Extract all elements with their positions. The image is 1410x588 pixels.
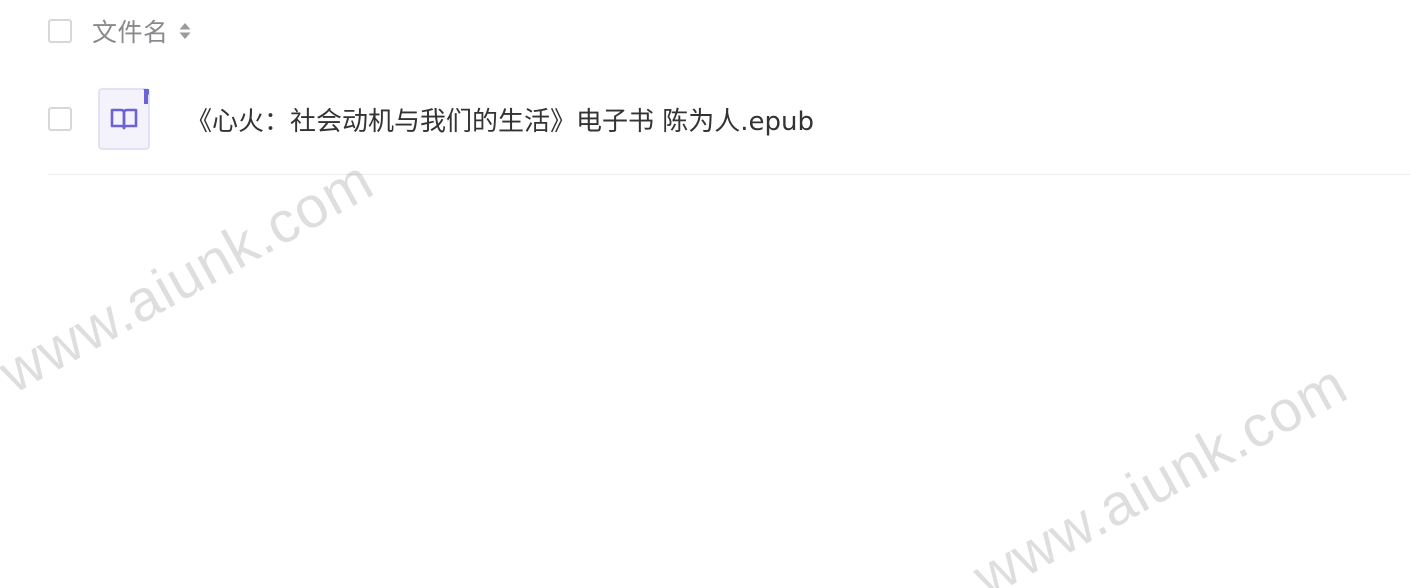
file-list-page: 文件名 《心火：社会动机与我们的生活》电子书 陈为人.epub www.aiun… xyxy=(0,0,1410,588)
file-row[interactable]: 《心火：社会动机与我们的生活》电子书 陈为人.epub xyxy=(48,88,1410,150)
book-icon xyxy=(98,88,150,150)
watermark-text: www.aiunk.com xyxy=(0,147,384,406)
sort-icon[interactable] xyxy=(178,19,192,43)
row-divider xyxy=(48,174,1410,175)
file-name[interactable]: 《心火：社会动机与我们的生活》电子书 陈为人.epub xyxy=(186,101,814,138)
file-checkbox[interactable] xyxy=(48,107,72,131)
watermark-text: www.aiunk.com xyxy=(962,351,1358,588)
file-name-column-header[interactable]: 文件名 xyxy=(92,13,169,49)
select-all-checkbox[interactable] xyxy=(48,19,72,43)
file-list-header: 文件名 xyxy=(48,15,192,47)
